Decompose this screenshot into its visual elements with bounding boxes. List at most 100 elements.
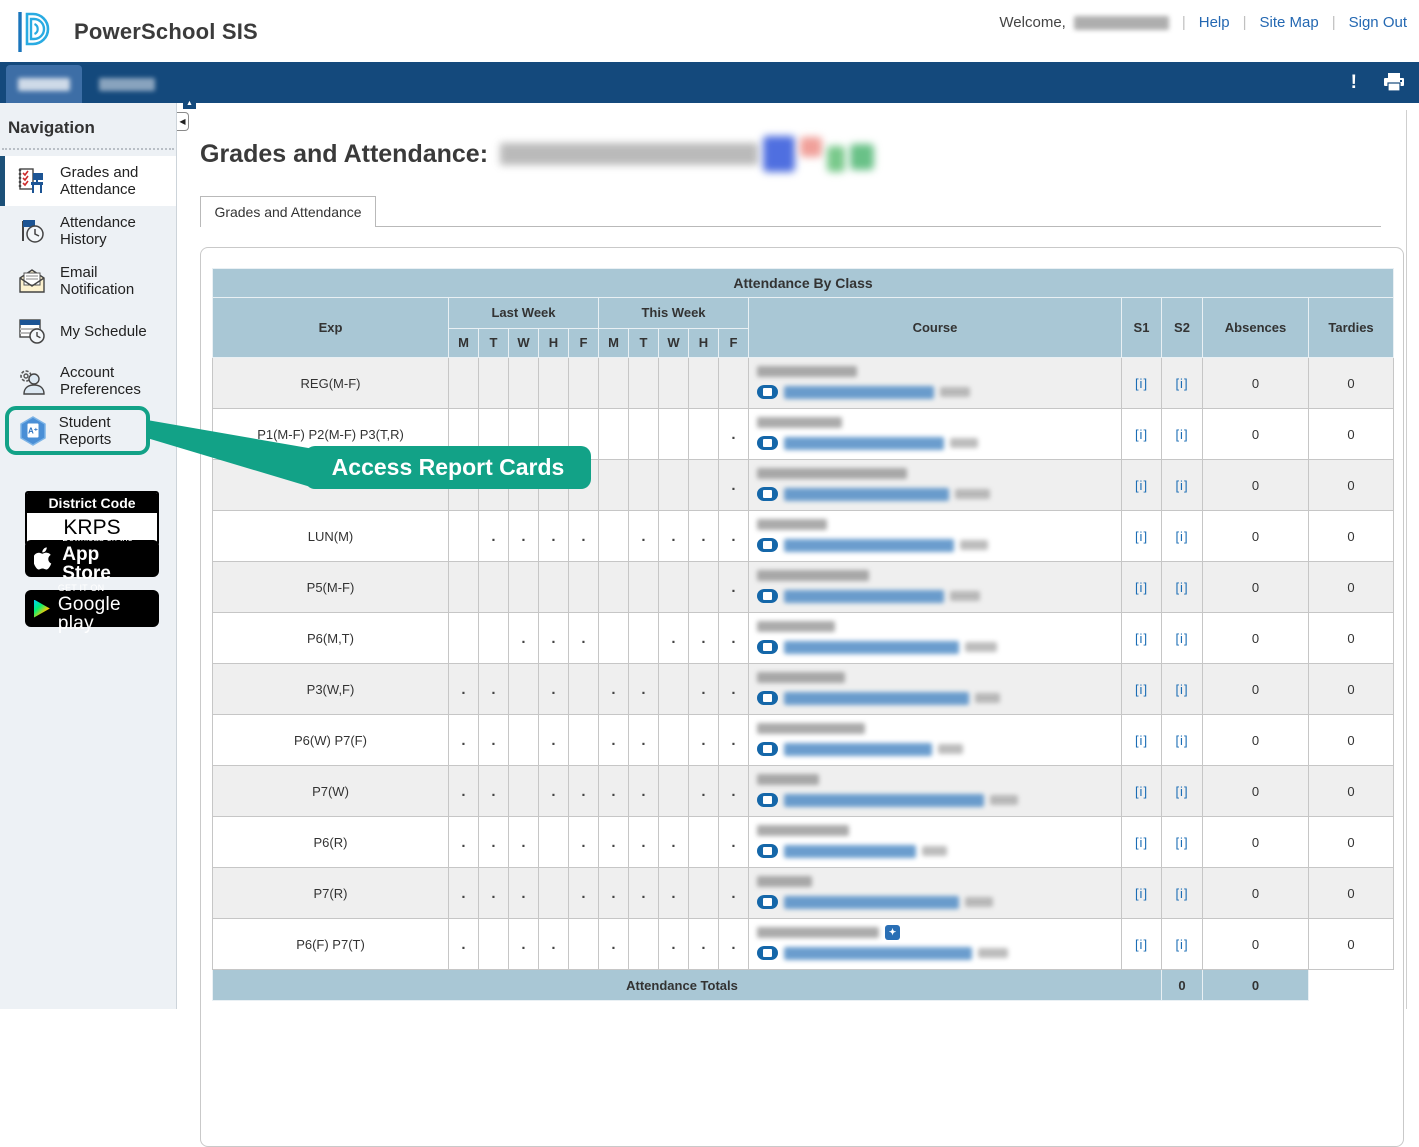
sidebar-item-account-preferences[interactable]: Account Preferences — [0, 356, 176, 406]
day-cell — [629, 460, 659, 511]
collapse-sidebar-handle[interactable]: ◀ — [177, 112, 189, 131]
sidebar-item-label: Student Reports — [59, 414, 146, 448]
teacher-link-redacted[interactable] — [784, 896, 959, 909]
teacher-link-redacted[interactable] — [784, 947, 972, 960]
teacher-link-redacted[interactable] — [784, 692, 969, 705]
teacher-link-redacted[interactable] — [784, 794, 984, 807]
day-cell: . — [659, 511, 689, 562]
teacher-link-redacted[interactable] — [784, 743, 932, 756]
day-cell — [689, 460, 719, 511]
email-teacher-icon[interactable] — [757, 640, 778, 654]
day-cell — [659, 409, 689, 460]
email-teacher-icon[interactable] — [757, 691, 778, 705]
email-teacher-icon[interactable] — [757, 742, 778, 756]
day-header: F — [719, 328, 749, 358]
s1-info-link[interactable]: [i] — [1135, 733, 1148, 748]
sidebar-item-student-reports[interactable]: A⁺ Student Reports — [9, 410, 146, 451]
absences-cell: 0 — [1203, 868, 1309, 919]
s2-info-link[interactable]: [i] — [1175, 937, 1188, 952]
nav-tab-student-2[interactable] — [92, 65, 162, 103]
exp-cell: LUN(M) — [213, 511, 449, 562]
s1-info-link[interactable]: [i] — [1135, 682, 1148, 697]
teacher-link-redacted[interactable] — [784, 539, 954, 552]
s2-info-link[interactable]: [i] — [1175, 427, 1188, 442]
email-teacher-icon[interactable] — [757, 538, 778, 552]
s2-info-link[interactable]: [i] — [1175, 682, 1188, 697]
help-link[interactable]: Help — [1199, 14, 1230, 31]
day-cell: . — [629, 817, 659, 868]
email-teacher-icon[interactable] — [757, 385, 778, 399]
email-teacher-icon[interactable] — [757, 844, 778, 858]
alert-icon[interactable]: ! — [1351, 72, 1357, 94]
site-map-link[interactable]: Site Map — [1260, 14, 1319, 31]
table-caption: Attendance By Class — [213, 269, 1394, 298]
email-teacher-icon[interactable] — [757, 946, 778, 960]
teacher-link-redacted[interactable] — [784, 641, 959, 654]
s2-info-link[interactable]: [i] — [1175, 886, 1188, 901]
print-icon[interactable] — [1383, 73, 1405, 92]
day-cell — [689, 358, 719, 409]
scroll-up-button[interactable]: ▲ — [183, 97, 196, 109]
email-teacher-icon[interactable] — [757, 793, 778, 807]
s2-info-link[interactable]: [i] — [1175, 376, 1188, 391]
day-cell — [629, 613, 659, 664]
teacher-link-redacted[interactable] — [784, 845, 916, 858]
separator: | — [1182, 14, 1186, 31]
day-cell: . — [719, 766, 749, 817]
sign-out-link[interactable]: Sign Out — [1349, 14, 1407, 31]
day-cell: . — [509, 613, 539, 664]
google-play-badge[interactable]: GET IT ON Google play — [25, 590, 159, 627]
tab-underline — [200, 226, 1381, 227]
sidebar-item-email-notification[interactable]: Email Notification — [0, 256, 176, 306]
s1-info-link[interactable]: [i] — [1135, 478, 1148, 493]
col-header-s1: S1 — [1122, 298, 1162, 358]
email-teacher-icon[interactable] — [757, 487, 778, 501]
nav-tab-student-1[interactable] — [6, 65, 82, 103]
student-reports-icon: A⁺ — [18, 416, 49, 446]
tab-grades-and-attendance[interactable]: Grades and Attendance — [200, 196, 376, 227]
s1-info-link[interactable]: [i] — [1135, 529, 1148, 544]
day-header: M — [599, 328, 629, 358]
sidebar-item-attendance-history[interactable]: Attendance History — [0, 206, 176, 256]
day-cell: . — [479, 766, 509, 817]
day-cell: . — [599, 766, 629, 817]
course-cell: ✦ — [749, 766, 1122, 817]
day-cell: . — [449, 715, 479, 766]
s1-info-link[interactable]: [i] — [1135, 631, 1148, 646]
email-teacher-icon[interactable] — [757, 589, 778, 603]
day-cell — [449, 358, 479, 409]
tardies-cell: 0 — [1309, 613, 1394, 664]
day-cell: . — [689, 919, 719, 970]
s2-info-link[interactable]: [i] — [1175, 733, 1188, 748]
day-cell — [509, 715, 539, 766]
app-store-badge[interactable]: Download on the App Store — [25, 540, 159, 577]
s1-info-link[interactable]: [i] — [1135, 835, 1148, 850]
email-teacher-icon[interactable] — [757, 436, 778, 450]
s2-info-link[interactable]: [i] — [1175, 835, 1188, 850]
s1-info-link[interactable]: [i] — [1135, 784, 1148, 799]
s2-info-link[interactable]: [i] — [1175, 784, 1188, 799]
s2-info-link[interactable]: [i] — [1175, 580, 1188, 595]
email-teacher-icon[interactable] — [757, 895, 778, 909]
room-redacted — [990, 795, 1018, 805]
s1-info-link[interactable]: [i] — [1135, 937, 1148, 952]
student-emoji-redacted — [800, 137, 822, 157]
day-cell — [599, 613, 629, 664]
s2-info-link[interactable]: [i] — [1175, 478, 1188, 493]
s2-info-link[interactable]: [i] — [1175, 631, 1188, 646]
day-cell: . — [689, 664, 719, 715]
teacher-link-redacted[interactable] — [784, 488, 949, 501]
tardies-cell: 0 — [1309, 664, 1394, 715]
day-cell — [509, 766, 539, 817]
sidebar-item-grades-and-attendance[interactable]: Grades and Attendance — [0, 156, 176, 206]
s1-info-link[interactable]: [i] — [1135, 376, 1148, 391]
teacher-link-redacted[interactable] — [784, 437, 944, 450]
s2-info-link[interactable]: [i] — [1175, 529, 1188, 544]
s1-info-link[interactable]: [i] — [1135, 580, 1148, 595]
teacher-link-redacted[interactable] — [784, 386, 934, 399]
teacher-link-redacted[interactable] — [784, 590, 944, 603]
sidebar-item-my-schedule[interactable]: My Schedule — [0, 306, 176, 356]
s1-info-link[interactable]: [i] — [1135, 427, 1148, 442]
day-cell — [629, 409, 659, 460]
s1-info-link[interactable]: [i] — [1135, 886, 1148, 901]
